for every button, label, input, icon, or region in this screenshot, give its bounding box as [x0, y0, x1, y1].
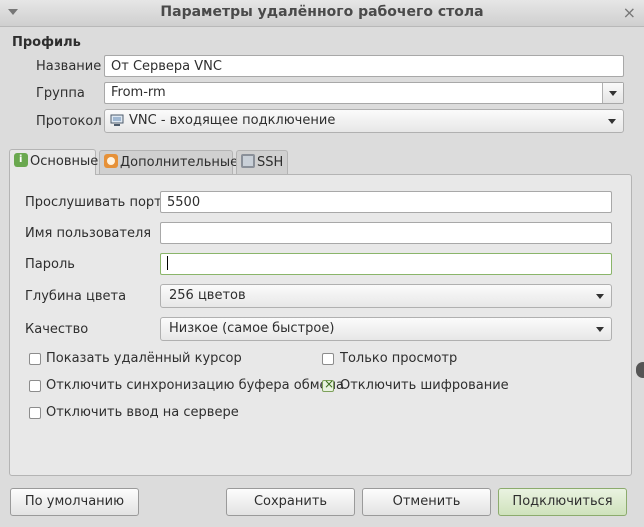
- username-label: Имя пользователя: [25, 226, 152, 241]
- group-label: Группа: [36, 86, 85, 101]
- disable-input-label[interactable]: Отключить ввод на сервере: [46, 405, 239, 420]
- warning-icon: [104, 154, 118, 168]
- tab-ssh-label: SSH: [257, 155, 284, 170]
- show-cursor-label[interactable]: Показать удалённый курсор: [46, 351, 242, 366]
- quality-value: Низкое (самое быстрое): [169, 321, 335, 336]
- monitor-icon: [110, 114, 124, 126]
- port-input[interactable]: [160, 191, 612, 213]
- password-input[interactable]: [160, 253, 612, 275]
- username-input[interactable]: [160, 222, 612, 244]
- text-cursor: [167, 256, 168, 270]
- chevron-down-icon: [609, 91, 617, 96]
- tab-basic[interactable]: i Основные: [9, 149, 99, 175]
- profile-section-title: Профиль: [12, 35, 81, 50]
- window-title: Параметры удалённого рабочего стола: [160, 4, 484, 20]
- show-cursor-checkbox[interactable]: [29, 353, 41, 365]
- chevron-down-icon: [596, 294, 604, 299]
- color-depth-value: 256 цветов: [169, 288, 246, 303]
- chevron-down-icon: [608, 119, 616, 124]
- view-only-checkbox[interactable]: [322, 353, 334, 365]
- protocol-label: Протокол: [36, 114, 102, 129]
- title-bar: Параметры удалённого рабочего стола ×: [0, 0, 644, 27]
- close-icon[interactable]: ×: [623, 3, 636, 23]
- protocol-combo[interactable]: VNC - входящее подключение: [104, 109, 624, 133]
- tab-basic-label: Основные: [30, 154, 99, 169]
- disable-clipboard-checkbox[interactable]: [29, 380, 41, 392]
- window-edge-handle: [636, 362, 644, 378]
- tab-advanced-label: Дополнительные: [120, 155, 239, 170]
- password-label: Пароль: [25, 257, 75, 272]
- color-depth-combo[interactable]: 256 цветов: [160, 284, 612, 308]
- group-value: From-rm: [111, 85, 166, 100]
- name-input[interactable]: [104, 55, 624, 77]
- disable-encryption-label[interactable]: Отключить шифрование: [340, 378, 509, 393]
- save-button[interactable]: Сохранить: [226, 488, 355, 516]
- disable-encryption-checkbox[interactable]: [322, 377, 334, 392]
- chevron-down-icon: [596, 327, 604, 332]
- color-depth-label: Глубина цвета: [25, 289, 127, 304]
- tab-advanced[interactable]: Дополнительные: [99, 150, 238, 174]
- quality-label: Качество: [25, 322, 89, 337]
- disable-clipboard-label[interactable]: Отключить синхронизацию буфера обмена: [46, 378, 344, 393]
- tab-ssh[interactable]: SSH: [236, 150, 288, 174]
- cancel-button[interactable]: Отменить: [362, 488, 491, 516]
- disable-input-checkbox[interactable]: [29, 407, 41, 419]
- info-icon: i: [14, 153, 28, 167]
- group-combo-entry[interactable]: From-rm: [104, 82, 624, 104]
- protocol-value: VNC - входящее подключение: [129, 113, 336, 128]
- group-dropdown-button[interactable]: [602, 83, 623, 103]
- name-label: Название: [36, 59, 102, 74]
- connect-button[interactable]: Подключиться: [498, 488, 627, 516]
- view-only-label[interactable]: Только просмотр: [340, 351, 457, 366]
- quality-combo[interactable]: Низкое (самое быстрое): [160, 317, 612, 341]
- default-button[interactable]: По умолчанию: [10, 488, 139, 516]
- terminal-icon: [241, 154, 255, 168]
- port-label: Прослушивать порт: [25, 195, 162, 210]
